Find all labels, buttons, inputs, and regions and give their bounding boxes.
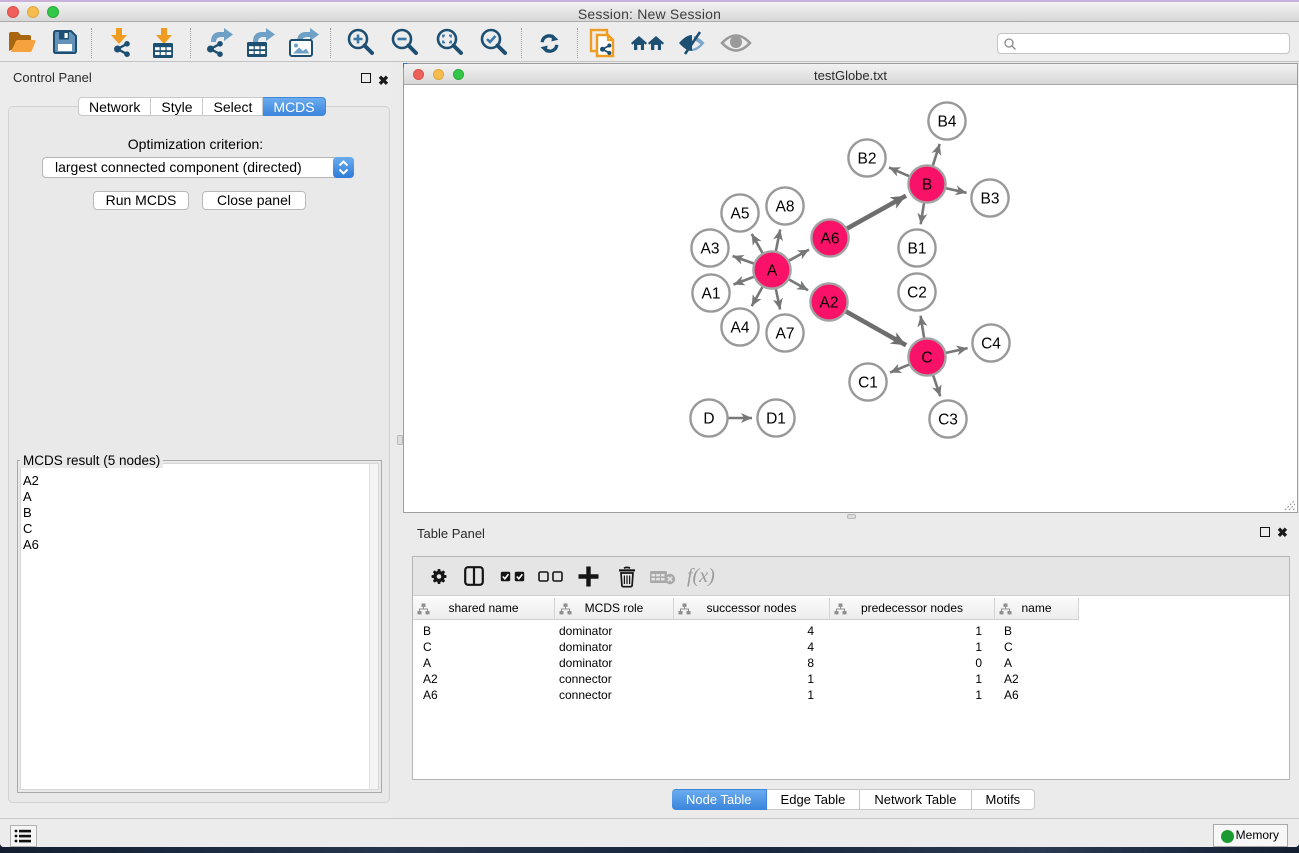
- svg-text:C4: C4: [981, 336, 1001, 353]
- svg-text:B2: B2: [858, 151, 877, 168]
- svg-text:C: C: [921, 350, 932, 367]
- svg-text:A8: A8: [776, 199, 795, 216]
- svg-text:C1: C1: [858, 375, 878, 392]
- svg-text:A5: A5: [731, 206, 750, 223]
- svg-text:A6: A6: [821, 231, 840, 248]
- svg-text:A3: A3: [701, 241, 720, 258]
- svg-text:A4: A4: [731, 320, 750, 337]
- svg-text:B1: B1: [908, 241, 927, 258]
- svg-text:A1: A1: [702, 286, 721, 303]
- svg-text:B: B: [922, 177, 932, 194]
- svg-text:A7: A7: [776, 326, 795, 343]
- svg-text:C2: C2: [907, 285, 927, 302]
- svg-text:D: D: [703, 411, 714, 428]
- svg-text:B4: B4: [938, 114, 957, 131]
- svg-text:D1: D1: [766, 411, 786, 428]
- svg-text:A: A: [767, 263, 778, 280]
- svg-text:B3: B3: [981, 191, 1000, 208]
- svg-text:A2: A2: [820, 295, 839, 312]
- svg-text:C3: C3: [938, 412, 958, 429]
